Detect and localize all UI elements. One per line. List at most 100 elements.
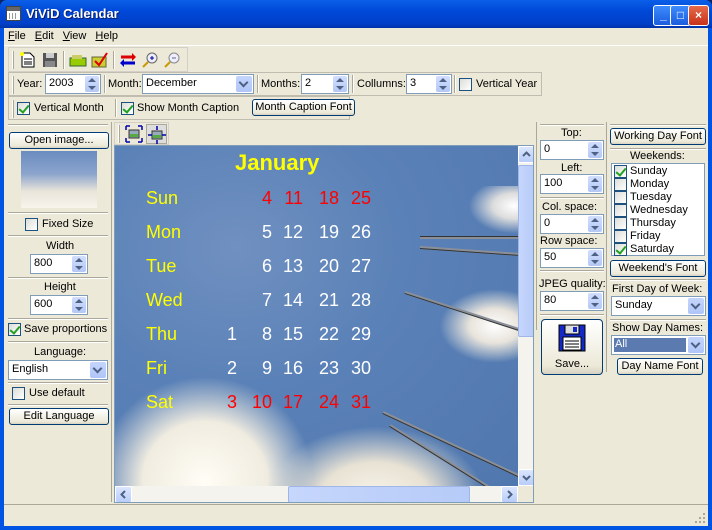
year-value: 2003 <box>49 77 74 89</box>
calendar-day: 21 <box>318 290 339 310</box>
use-default-checkbox[interactable] <box>12 387 25 400</box>
month-select[interactable]: December <box>142 74 254 94</box>
swap-icon[interactable] <box>119 51 137 69</box>
calendar-day: 28 <box>350 290 371 310</box>
menu-view[interactable]: View <box>59 28 92 42</box>
scroll-down-button[interactable] <box>518 469 533 486</box>
band-separator <box>352 75 354 93</box>
menu-help-label: elp <box>103 30 119 42</box>
apply-icon[interactable] <box>91 51 109 69</box>
weekend-checkbox[interactable] <box>614 178 627 191</box>
width-label: Width <box>46 240 75 252</box>
vertical-scrollbar[interactable] <box>518 146 533 486</box>
zoom-in-icon[interactable] <box>141 51 159 69</box>
weekend-font-button[interactable]: Weekend's Font <box>610 260 706 277</box>
row-space-spinner[interactable]: 50 <box>540 248 604 268</box>
first-day-select[interactable]: Sunday <box>611 296 706 316</box>
toolbar-grip[interactable] <box>12 51 14 69</box>
calendar-day: 2 <box>226 358 237 378</box>
columns-spinner[interactable]: 3 <box>406 74 452 94</box>
calendar-day: 11 <box>284 188 303 208</box>
weekend-checkbox[interactable] <box>614 204 627 217</box>
spin-arrows-icon[interactable] <box>72 256 86 272</box>
scroll-corner <box>518 486 533 502</box>
calendar-day: 13 <box>282 256 303 276</box>
weekend-checkbox[interactable] <box>614 191 627 204</box>
spin-arrows-icon[interactable] <box>588 142 602 158</box>
open-image-button[interactable]: Open image... <box>9 132 109 149</box>
spin-arrows-icon[interactable] <box>72 297 86 313</box>
month-caption-font-button[interactable]: Month Caption Font <box>252 99 355 116</box>
working-day-font-button[interactable]: Working Day Font <box>610 128 706 145</box>
scroll-right-button[interactable] <box>501 486 518 502</box>
save-proportions-label: Save proportions <box>24 323 108 335</box>
scroll-up-button[interactable] <box>518 146 533 163</box>
weekend-checkbox[interactable] <box>614 230 627 243</box>
chevron-down-icon[interactable] <box>688 298 704 314</box>
maximize-icon: □ <box>676 8 685 22</box>
weekend-checkbox[interactable] <box>614 217 627 230</box>
spin-arrows-icon[interactable] <box>588 216 602 232</box>
left-spinner[interactable]: 100 <box>540 174 604 194</box>
show-caption-checkbox[interactable] <box>121 102 134 115</box>
title-bar[interactable]: ViViD Calendar _ □ × <box>0 0 712 28</box>
open-image-icon[interactable] <box>69 51 87 69</box>
chevron-down-icon[interactable] <box>688 337 704 353</box>
horizontal-scroll-thumb[interactable] <box>288 486 470 502</box>
top-spinner[interactable]: 0 <box>540 140 604 160</box>
vertical-scroll-thumb[interactable] <box>518 165 533 337</box>
chevron-down-icon[interactable] <box>236 76 252 92</box>
calendar-preview[interactable]: January Sun 4 11 18 25 Mon 5 12 19 26 Tue 6 13 20 27 We… <box>114 145 534 503</box>
language-select[interactable]: English <box>8 360 108 380</box>
horizontal-scrollbar[interactable] <box>115 486 518 502</box>
day-name-sat: Sat <box>146 392 174 412</box>
months-spinner[interactable]: 2 <box>301 74 349 94</box>
actual-size-button[interactable] <box>146 124 167 144</box>
chevron-down-icon[interactable] <box>90 362 106 378</box>
menu-file[interactable]: File <box>4 28 31 42</box>
months-label: Months: <box>261 78 301 90</box>
close-icon: × <box>694 8 702 22</box>
divider <box>540 197 604 199</box>
fit-to-window-icon[interactable] <box>125 125 143 143</box>
year-spinner[interactable]: 2003 <box>45 74 101 94</box>
band-grip[interactable] <box>12 100 14 118</box>
save-proportions-checkbox[interactable] <box>8 323 21 336</box>
settings-band: Year: 2003 Month: December Months: 2 Col… <box>8 72 542 96</box>
vertical-year-checkbox[interactable] <box>459 78 472 91</box>
menu-edit[interactable]: Edit <box>31 28 59 42</box>
weekend-label: Friday <box>630 230 661 242</box>
resize-grip-icon[interactable] <box>694 512 706 524</box>
spin-arrows-icon[interactable] <box>85 76 99 92</box>
spin-arrows-icon[interactable] <box>333 76 347 92</box>
weekend-label: Saturday <box>630 243 675 255</box>
close-button[interactable]: × <box>688 5 709 26</box>
menu-help[interactable]: Help <box>91 28 123 42</box>
floppy-disk-icon <box>558 324 586 352</box>
day-name-font-button[interactable]: Day Name Font <box>617 358 703 375</box>
spin-arrows-icon[interactable] <box>588 293 602 309</box>
zoom-out-icon[interactable] <box>163 51 181 69</box>
show-day-names-select[interactable]: All <box>611 335 706 355</box>
col-space-spinner[interactable]: 0 <box>540 214 604 234</box>
weekend-checkbox[interactable] <box>614 243 627 256</box>
spin-arrows-icon[interactable] <box>588 250 602 266</box>
toolbar-grip[interactable] <box>118 125 120 143</box>
vertical-month-checkbox[interactable] <box>17 102 30 115</box>
weekend-checkbox[interactable] <box>614 165 627 178</box>
save-icon[interactable] <box>41 51 59 69</box>
scroll-left-button[interactable] <box>115 486 132 502</box>
edit-language-button[interactable]: Edit Language <box>9 408 109 425</box>
band-grip[interactable] <box>12 76 14 94</box>
spin-arrows-icon[interactable] <box>588 176 602 192</box>
save-calendar-button[interactable]: Save... <box>541 319 603 375</box>
new-document-icon[interactable] <box>19 51 37 69</box>
calendar-day: 27 <box>350 256 371 276</box>
fixed-size-checkbox[interactable] <box>25 218 38 231</box>
actual-size-icon <box>148 126 166 144</box>
calendar-day: 12 <box>282 222 303 242</box>
height-spinner[interactable]: 600 <box>30 295 88 315</box>
width-spinner[interactable]: 800 <box>30 254 88 274</box>
jpeg-quality-spinner[interactable]: 80 <box>540 291 604 311</box>
spin-arrows-icon[interactable] <box>436 76 450 92</box>
